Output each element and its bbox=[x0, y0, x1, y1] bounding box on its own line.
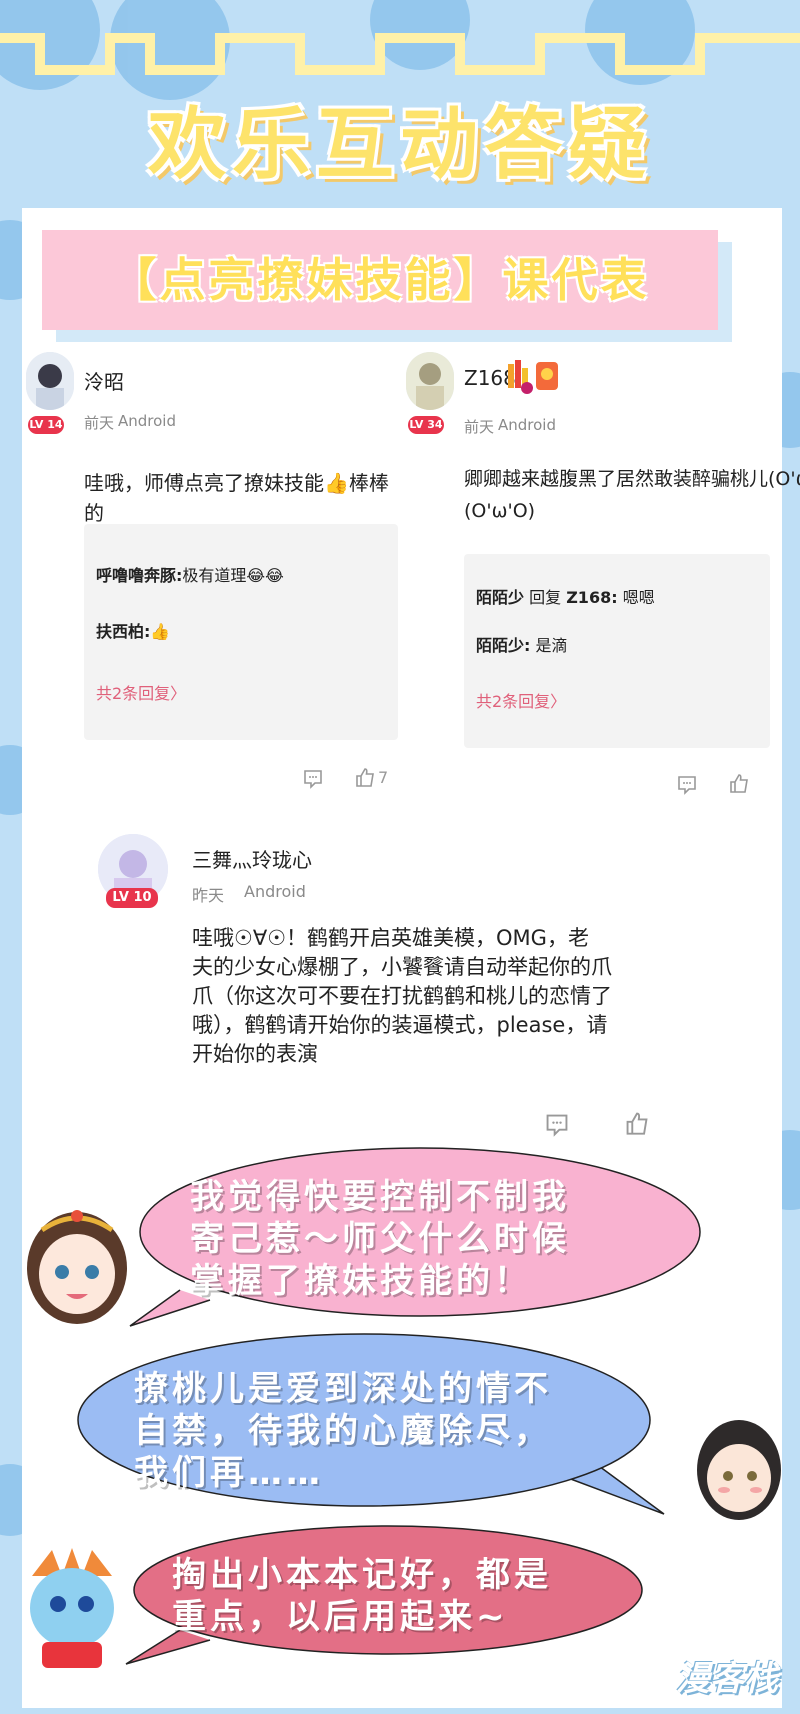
reply-author: 呼噜噜奔豚: bbox=[96, 566, 183, 585]
comment-line: 爪（你这次可不要在打扰鹤鹤和桃儿的恋情了 bbox=[192, 984, 612, 1008]
reply-item[interactable]: 呼噜噜奔豚:极有道理😂😂 bbox=[96, 562, 284, 586]
banner-title: 【点亮撩妹技能】课代表 bbox=[110, 253, 650, 307]
chibi-dragon-icon bbox=[30, 1548, 114, 1668]
page-title: 欢乐互动答疑 bbox=[147, 100, 652, 190]
bubble-text-line: 寄己惹～师父什么时候 bbox=[190, 1219, 570, 1259]
reply-author: 扶西柏: bbox=[96, 622, 151, 641]
comment-line: 哦），鹤鹤请开始你的装逼模式，please，请 bbox=[192, 1013, 608, 1037]
like-icon[interactable] bbox=[728, 772, 750, 794]
avatar-image-icon bbox=[406, 352, 454, 410]
post-device: Android bbox=[118, 412, 176, 430]
reply-text: 极有道理😂😂 bbox=[182, 566, 284, 585]
bubble-text-line: 掏出小本本记好，都是 bbox=[172, 1555, 552, 1595]
like-icon[interactable] bbox=[354, 766, 376, 788]
comment-icon[interactable] bbox=[544, 1112, 570, 1138]
comment-text: 哇哦，师傅点亮了撩妹技能👍棒棒的 bbox=[84, 471, 389, 525]
reply-text: 是滴 bbox=[530, 636, 568, 655]
comment-line: 夫的少女心爆棚了，小饕餮请自动举起你的爪 bbox=[192, 955, 612, 979]
more-replies-link[interactable]: 共2条回复〉 bbox=[96, 680, 186, 704]
bubble-text-line: 撩桃儿是爱到深处的情不 bbox=[134, 1369, 552, 1409]
username[interactable]: 三舞灬玲珑心 bbox=[192, 844, 312, 873]
avatar[interactable] bbox=[406, 352, 454, 410]
more-replies-link[interactable]: 共2条回复〉 bbox=[476, 688, 566, 712]
bubble-text-line: 自禁，待我的心魔除尽， bbox=[134, 1411, 552, 1451]
post-device: Android bbox=[498, 416, 556, 434]
like-count: 7 bbox=[378, 768, 389, 787]
reply-text: 嗯嗯 bbox=[617, 588, 655, 607]
post-time: 前天 bbox=[84, 414, 115, 432]
comment-text: 哇哦☉∀☉！鹤鹤开启英雄美模，OMG，老 夫的少女心爆棚了，小饕餮请自动举起你的… bbox=[192, 924, 712, 1069]
bubble-text-line: 我们再…… bbox=[134, 1453, 324, 1493]
comment-line: 开始你的表演 bbox=[192, 1042, 318, 1066]
chibi-girl-icon bbox=[27, 1210, 127, 1324]
level-badge: LV 34 bbox=[408, 416, 444, 434]
bubble-text-line: 我觉得快要控制不制我 bbox=[190, 1177, 570, 1217]
bubble-text-line: 重点，以后用起来~ bbox=[172, 1597, 509, 1637]
fan-badge-icon bbox=[508, 360, 558, 394]
avatar-image-icon bbox=[26, 352, 74, 410]
banner: 【点亮撩妹技能】课代表 bbox=[42, 230, 718, 330]
comment-text: 卿卿越来越腹黑了居然敢装醉骗桃儿(O'ω'O) bbox=[464, 468, 800, 490]
reply-item[interactable]: 陌陌少: 是滴 bbox=[476, 632, 568, 656]
level-badge: LV 14 bbox=[28, 416, 64, 434]
post-device: Android bbox=[244, 882, 306, 901]
comment-icon[interactable] bbox=[302, 768, 324, 790]
chibi-man-icon bbox=[697, 1420, 781, 1520]
avatar[interactable] bbox=[26, 352, 74, 410]
watermark-logo: 漫客栈 bbox=[676, 1659, 778, 1699]
post-time: 前天 bbox=[464, 418, 495, 436]
reply-item[interactable]: 陌陌少 回复 Z168: 嗯嗯 bbox=[476, 584, 655, 608]
level-badge: LV 10 bbox=[106, 888, 158, 908]
reply-item[interactable]: 扶西柏:👍 bbox=[96, 618, 170, 642]
comment-line: 哇哦☉∀☉！鹤鹤开启英雄美模，OMG，老 bbox=[192, 926, 589, 950]
reply-text: 👍 bbox=[150, 622, 171, 641]
comment-icon[interactable] bbox=[676, 774, 698, 796]
post-time: 昨天 bbox=[192, 886, 225, 905]
reply-author: 陌陌少 bbox=[476, 588, 525, 607]
reply-connector: 回复 bbox=[524, 588, 567, 607]
like-icon[interactable] bbox=[624, 1110, 650, 1136]
reply-author: 陌陌少: bbox=[476, 636, 531, 655]
username[interactable]: 泠昭 bbox=[84, 366, 124, 395]
comment-text-continued: (O'ω'O) bbox=[464, 500, 536, 522]
bubble-text-line: 掌握了撩妹技能的！ bbox=[190, 1261, 532, 1301]
reply-target: Z168: bbox=[566, 588, 618, 607]
